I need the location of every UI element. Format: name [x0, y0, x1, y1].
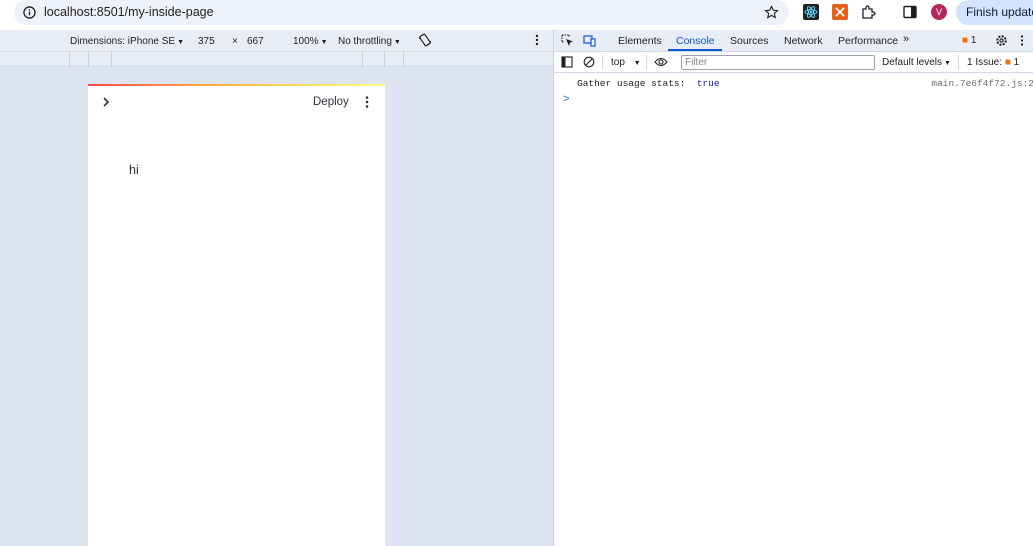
- bookmark-star-icon[interactable]: [764, 5, 779, 20]
- viewport-height-input[interactable]: 667: [247, 36, 264, 47]
- device-toolbar-more-icon[interactable]: [533, 33, 541, 47]
- console-log-entry: Gather usage stats: true main.7e6f4f72.j…: [554, 74, 1033, 92]
- device-dimensions-label: Dimensions: iPhone SE: [70, 36, 176, 47]
- live-expression-eye-icon[interactable]: [654, 56, 668, 68]
- toggle-device-toolbar-icon[interactable]: [583, 34, 596, 47]
- ruler-segment[interactable]: [403, 52, 404, 67]
- finish-update-button[interactable]: Finish update: [956, 0, 1033, 25]
- device-dimensions-dropdown[interactable]: Dimensions: iPhone SE ▼: [70, 36, 184, 47]
- console-sidebar-toggle-icon[interactable]: [561, 56, 573, 68]
- address-bar[interactable]: localhost:8501/my-inside-page: [14, 0, 789, 25]
- tab-elements[interactable]: Elements: [618, 35, 662, 47]
- clear-console-icon[interactable]: [583, 56, 595, 68]
- caret-down-icon: ▼: [944, 60, 951, 67]
- browser-toolbar: localhost:8501/my-inside-page V Finish u…: [0, 0, 1033, 30]
- log-levels-dropdown[interactable]: Default levels ▼: [882, 57, 951, 68]
- tab-sources[interactable]: Sources: [730, 35, 769, 47]
- site-info-icon[interactable]: [23, 6, 36, 19]
- inspect-element-icon[interactable]: [561, 34, 574, 47]
- zoom-label: 100%: [293, 36, 319, 47]
- ruler-segment[interactable]: [111, 52, 112, 67]
- page-body-text: hi: [129, 163, 139, 177]
- tab-performance[interactable]: Performance: [838, 35, 898, 47]
- context-label: top: [611, 57, 625, 68]
- log-message: Gather usage stats: true: [577, 78, 720, 89]
- more-tabs-chevron-icon[interactable]: »: [903, 33, 909, 45]
- log-source-link[interactable]: main.7e6f4f72.js:2: [931, 78, 1033, 89]
- throttling-dropdown[interactable]: No throttling ▼: [338, 36, 401, 47]
- log-levels-label: Default levels: [882, 57, 943, 68]
- log-message-text: Gather usage stats:: [577, 78, 686, 89]
- warning-flag-icon: ■: [1004, 57, 1011, 68]
- url-text[interactable]: localhost:8501/my-inside-page: [44, 5, 214, 19]
- side-panel-icon[interactable]: [902, 4, 918, 20]
- active-tab-indicator: [668, 49, 722, 51]
- tab-network[interactable]: Network: [784, 35, 823, 47]
- media-query-ruler[interactable]: [0, 52, 553, 67]
- console-issues-label: 1 Issue:: [967, 57, 1003, 68]
- app-header-gradient-bar: [88, 84, 385, 86]
- console-issues-count: 1: [1013, 57, 1020, 68]
- settings-gear-icon[interactable]: [995, 34, 1008, 47]
- caret-down-icon: ▼: [177, 39, 184, 46]
- devtools-tab-bar: Elements Console Sources Network Perform…: [554, 30, 1033, 52]
- console-toolbar: top ▼ Default levels▼ 1 Issue: ■ 1: [554, 52, 1033, 73]
- caret-down-icon: ▼: [393, 39, 401, 46]
- log-message-value: true: [696, 78, 720, 89]
- issues-badge-count: 1: [970, 35, 977, 46]
- sidebar-expand-chevron-icon[interactable]: [101, 96, 111, 108]
- throttling-label: No throttling: [338, 36, 392, 47]
- toolbar-divider: [958, 55, 959, 70]
- ruler-segment[interactable]: [88, 52, 89, 67]
- ruler-segment[interactable]: [69, 52, 70, 67]
- device-toolbar: Dimensions: iPhone SE ▼ 375 × 667 100% ▼ N…: [0, 30, 553, 52]
- zoom-dropdown[interactable]: 100% ▼: [293, 36, 328, 47]
- console-issues-button[interactable]: 1 Issue: ■ 1: [967, 57, 1019, 68]
- devtools-more-icon[interactable]: [1019, 34, 1025, 47]
- toolbar-divider: [602, 55, 603, 70]
- main-menu-icon[interactable]: [364, 95, 370, 109]
- console-filter-input[interactable]: [681, 55, 875, 70]
- caret-down-icon: ▼: [320, 39, 328, 46]
- deploy-button[interactable]: Deploy: [313, 96, 349, 108]
- ruler-segment[interactable]: [384, 52, 385, 67]
- viewport-width-input[interactable]: 375: [198, 36, 215, 47]
- issues-badge[interactable]: ■ 1: [962, 35, 976, 46]
- caret-down-icon: ▼: [633, 60, 641, 67]
- emulated-device-screen: Deploy hi: [88, 84, 385, 546]
- toolbar-divider: [646, 55, 647, 70]
- javascript-context-dropdown[interactable]: top ▼: [611, 57, 641, 68]
- rotate-device-icon[interactable]: [418, 33, 432, 47]
- console-prompt[interactable]: >: [563, 94, 570, 106]
- ruler-segment[interactable]: [362, 52, 363, 67]
- profile-avatar[interactable]: V: [931, 4, 947, 20]
- dimension-separator: ×: [232, 36, 238, 47]
- react-devtools-extension-icon[interactable]: [803, 4, 819, 20]
- warning-flag-icon: ■: [962, 35, 969, 46]
- tab-console[interactable]: Console: [676, 35, 715, 47]
- devtools-panel: Elements Console Sources Network Perform…: [553, 30, 1033, 546]
- emulated-viewport-area: Deploy hi: [0, 67, 553, 546]
- orange-extension-icon[interactable]: [832, 4, 848, 20]
- extensions-puzzle-icon[interactable]: [860, 4, 876, 20]
